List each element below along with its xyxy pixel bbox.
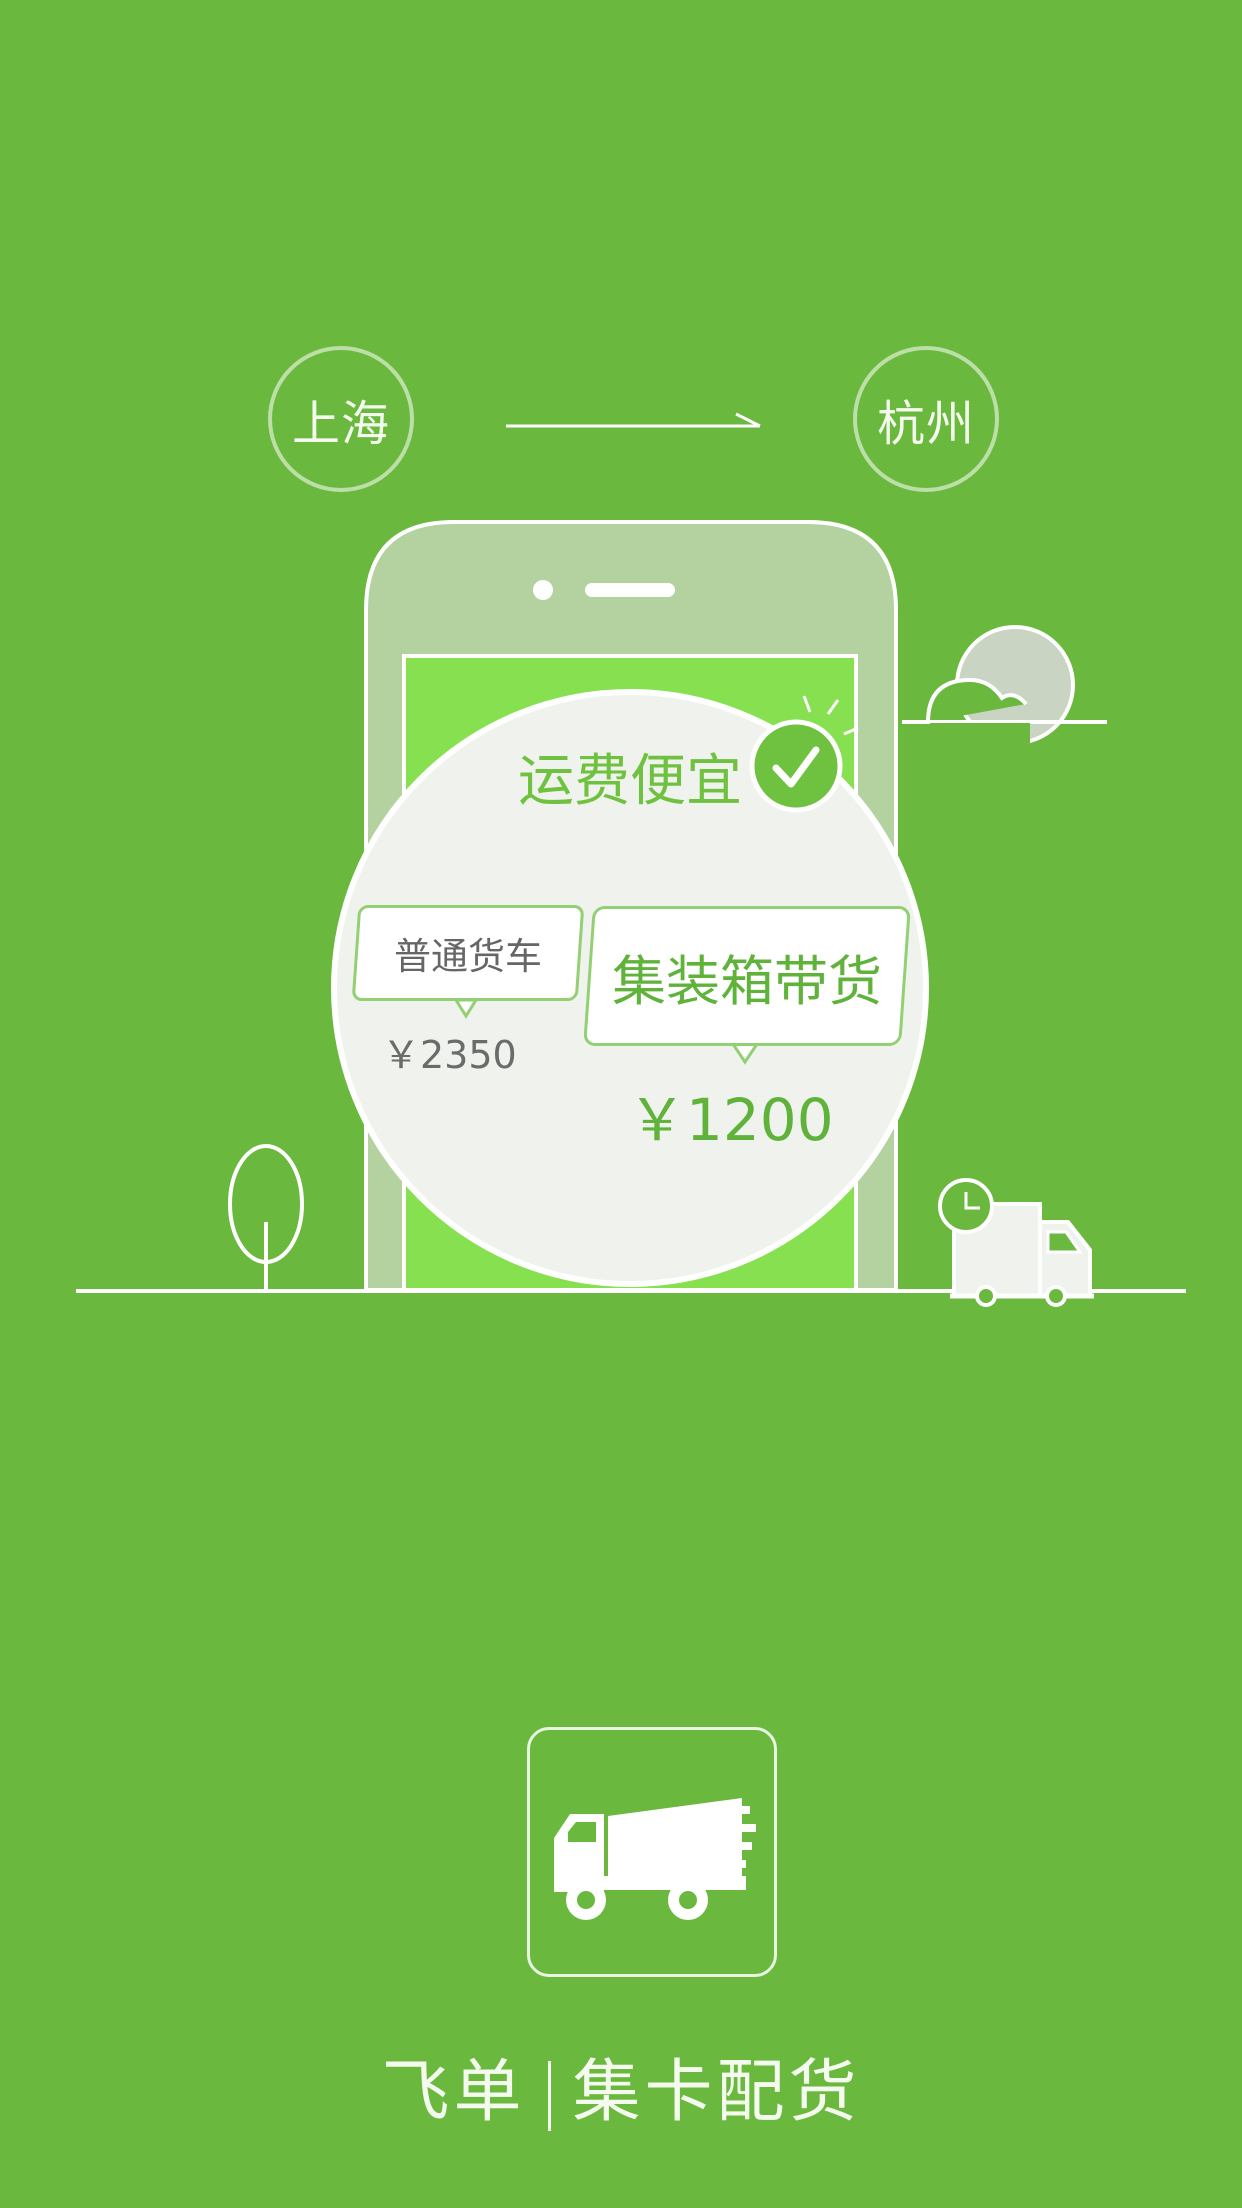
origin-city-label: 上海 [291, 396, 390, 452]
app-truck-icon [554, 1798, 756, 1920]
tagline-divider [547, 2061, 551, 2132]
destination-city-badge: 杭州 [853, 346, 999, 492]
app-logo [527, 1727, 777, 1977]
brand-name: 飞单 [381, 2053, 526, 2132]
headline-cheap-freight: 运费便宜 [518, 749, 742, 814]
route-arrow-icon [506, 412, 761, 428]
ordinary-truck-price: ￥2350 [382, 1033, 517, 1077]
onboarding-page: 上海 杭州 运费便宜 普通货车 ￥2350 集装箱带货 ￥1200 飞单 集卡配货 [0, 0, 1242, 2208]
container-cargo-label: 集装箱带货 [612, 949, 882, 1013]
origin-city-badge: 上海 [268, 346, 414, 492]
brand-tagline: 飞单 集卡配货 [0, 2036, 1242, 2135]
destination-city-label: 杭州 [876, 396, 975, 452]
container-cargo-bubble: 集装箱带货 [583, 906, 911, 1046]
tree-icon [228, 1144, 304, 1291]
cloud-icon [902, 625, 1107, 753]
ordinary-truck-bubble: 普通货车 [351, 905, 585, 1001]
container-cargo-price: ￥1200 [628, 1086, 834, 1154]
clock-icon [938, 1178, 994, 1234]
ordinary-truck-label: 普通货车 [394, 935, 542, 978]
brand-slogan: 集卡配货 [572, 2053, 861, 2132]
